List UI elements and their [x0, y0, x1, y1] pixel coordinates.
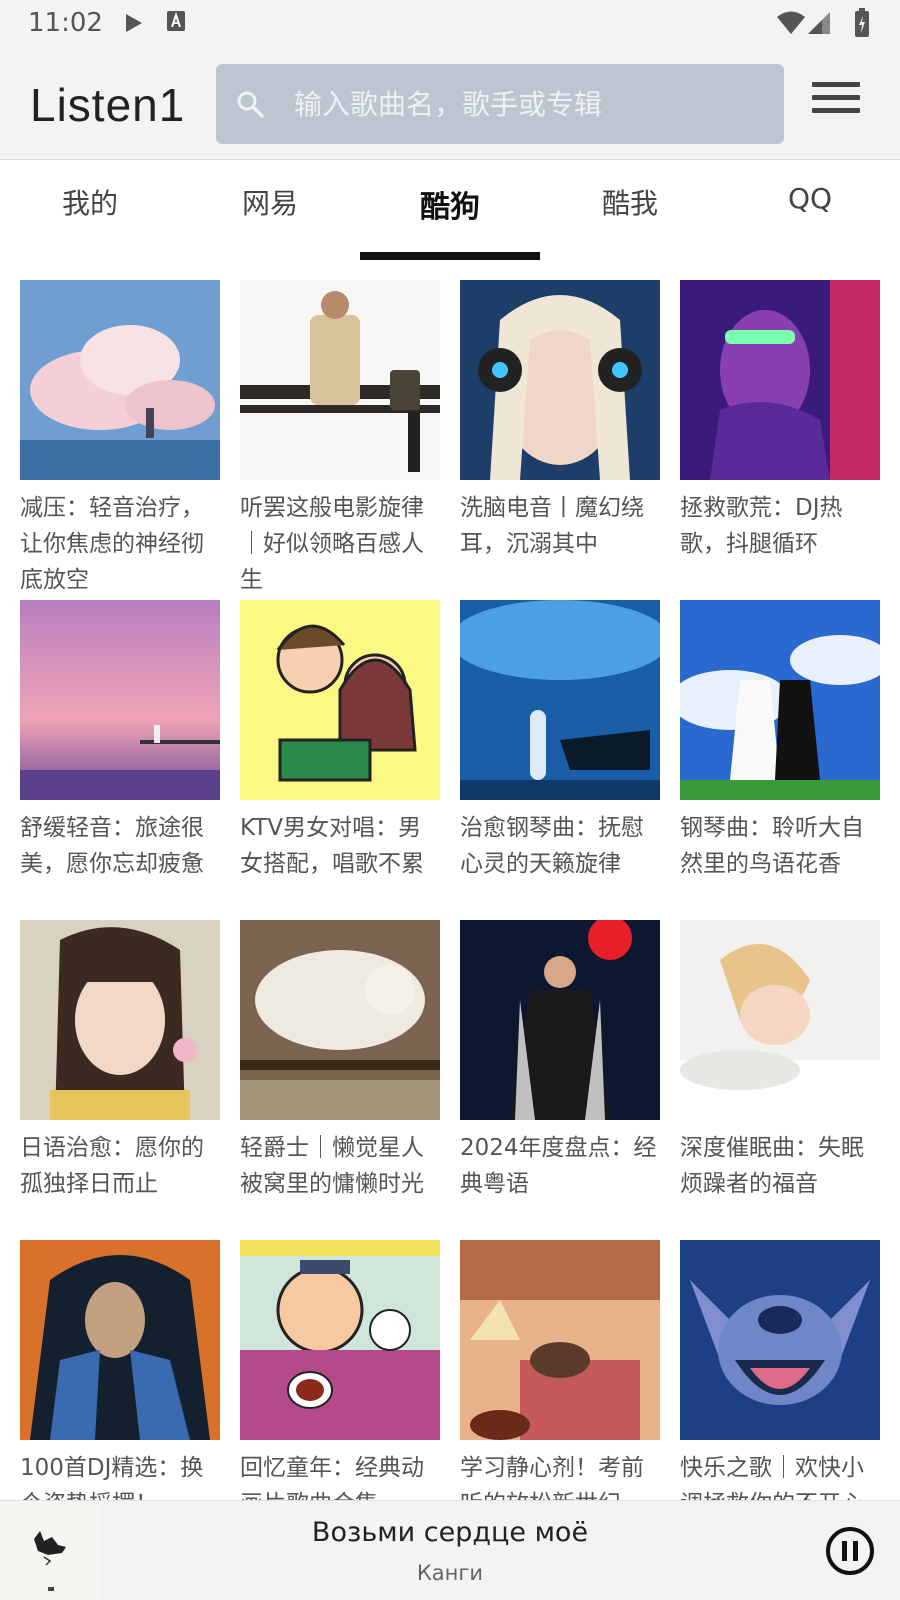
- playlist-title: 深度催眠曲：失眠烦躁者的福音: [680, 1135, 864, 1197]
- hamburger-icon-line: [812, 108, 860, 113]
- pause-icon: [826, 1527, 874, 1575]
- playlist-title: 快乐之歌｜欢快小调拯救你的不开心: [680, 1455, 864, 1500]
- now-playing-title: Возьми сердце моё: [311, 1517, 589, 1548]
- playlist-cover: [20, 920, 220, 1120]
- playlist-title: 学习静心剂！考前听的放松新世纪: [460, 1455, 644, 1500]
- search-box[interactable]: [216, 64, 784, 144]
- menu-button[interactable]: [812, 82, 860, 122]
- keyboard-a-icon: [166, 10, 186, 38]
- playlist-title: 100首DJ精选：换个姿势摇摆！: [20, 1455, 204, 1500]
- app-header: Listen1: [0, 48, 900, 160]
- now-playing-bar[interactable]: Возьми сердце моё Канги: [0, 1500, 900, 1600]
- status-time: 11:02: [28, 8, 103, 38]
- playlist-grid: 减压：轻音治疗，让你焦虑的神经彻底放空 听罢这般电影旋律｜好似领略百感人生 洗脑…: [0, 260, 900, 1500]
- playlist-title: 治愈钢琴曲：抚慰心灵的天籁旋律: [460, 815, 644, 877]
- tab-label: 网易: [241, 187, 298, 220]
- playlist-title: 减压：轻音治疗，让你焦虑的神经彻底放空: [20, 495, 204, 593]
- tab-netease[interactable]: 网易: [180, 160, 360, 260]
- hamburger-icon-line: [812, 95, 860, 100]
- playlist-cover: [460, 600, 660, 800]
- battery-icon: [854, 8, 870, 42]
- playlist-title: 听罢这般电影旋律｜好似领略百感人生: [240, 495, 424, 593]
- playlist-title: 轻爵士｜懒觉星人被窝里的慵懒时光: [240, 1135, 424, 1197]
- playlist-title: KTV男女对唱：男女搭配，唱歌不累: [240, 815, 424, 877]
- hamburger-icon-line: [812, 82, 860, 87]
- playlist-title: 2024年度盘点：经典粤语: [460, 1135, 657, 1197]
- app-title: Listen1: [30, 79, 186, 131]
- playlist-cover: [240, 600, 440, 800]
- playlist-cover: [240, 920, 440, 1120]
- playlist-title: 回忆童年：经典动画片歌曲合集: [240, 1455, 424, 1500]
- playlist-cover: [20, 280, 220, 480]
- play-indicator-icon: [124, 12, 144, 38]
- playlist-title: 钢琴曲：聆听大自然里的鸟语花香: [680, 815, 864, 877]
- source-tabs: 我的 网易 酷狗 酷我 QQ: [0, 160, 900, 260]
- playlist-cover: [20, 1240, 220, 1440]
- search-icon: [234, 88, 266, 124]
- playlist-title: 拯救歌荒：DJ热歌，抖腿循环: [680, 495, 843, 557]
- tab-label: 我的: [61, 187, 118, 220]
- tab-mine[interactable]: 我的: [0, 160, 180, 260]
- playlist-title: 日语治愈：愿你的孤独择日而止: [20, 1135, 204, 1197]
- playlist-cover: [460, 280, 660, 480]
- now-playing-artist: Канги: [416, 1561, 484, 1585]
- search-input[interactable]: [294, 64, 764, 144]
- playlist-cover: [680, 600, 880, 800]
- playlist-cover: [680, 920, 880, 1120]
- playlist-cover: [240, 1240, 440, 1440]
- tab-kugou[interactable]: 酷狗: [360, 160, 540, 260]
- tab-qq[interactable]: QQ: [720, 160, 900, 260]
- playlist-cover: [20, 600, 220, 800]
- pause-button[interactable]: [824, 1525, 876, 1577]
- active-tab-indicator: [360, 252, 540, 260]
- playlist-title: 舒缓轻音：旅途很美，愿你忘却疲惫: [20, 815, 204, 877]
- playlist-title: 洗脑电音丨魔幻绕耳，沉溺其中: [460, 495, 644, 557]
- wifi-icon: [776, 10, 806, 40]
- tab-label: 酷狗: [420, 190, 480, 225]
- now-playing-cover[interactable]: [0, 1501, 100, 1600]
- playlist-cover: [460, 1240, 660, 1440]
- playlist-cover: [240, 280, 440, 480]
- playlist-cover: [680, 280, 880, 480]
- tab-kuwo[interactable]: 酷我: [540, 160, 720, 260]
- playlist-cover: [460, 920, 660, 1120]
- playlist-cover: [680, 1240, 880, 1440]
- tab-label: 酷我: [601, 187, 658, 220]
- signal-icon: [806, 10, 832, 40]
- tab-label: QQ: [787, 182, 833, 215]
- status-bar: 11:02: [0, 0, 900, 48]
